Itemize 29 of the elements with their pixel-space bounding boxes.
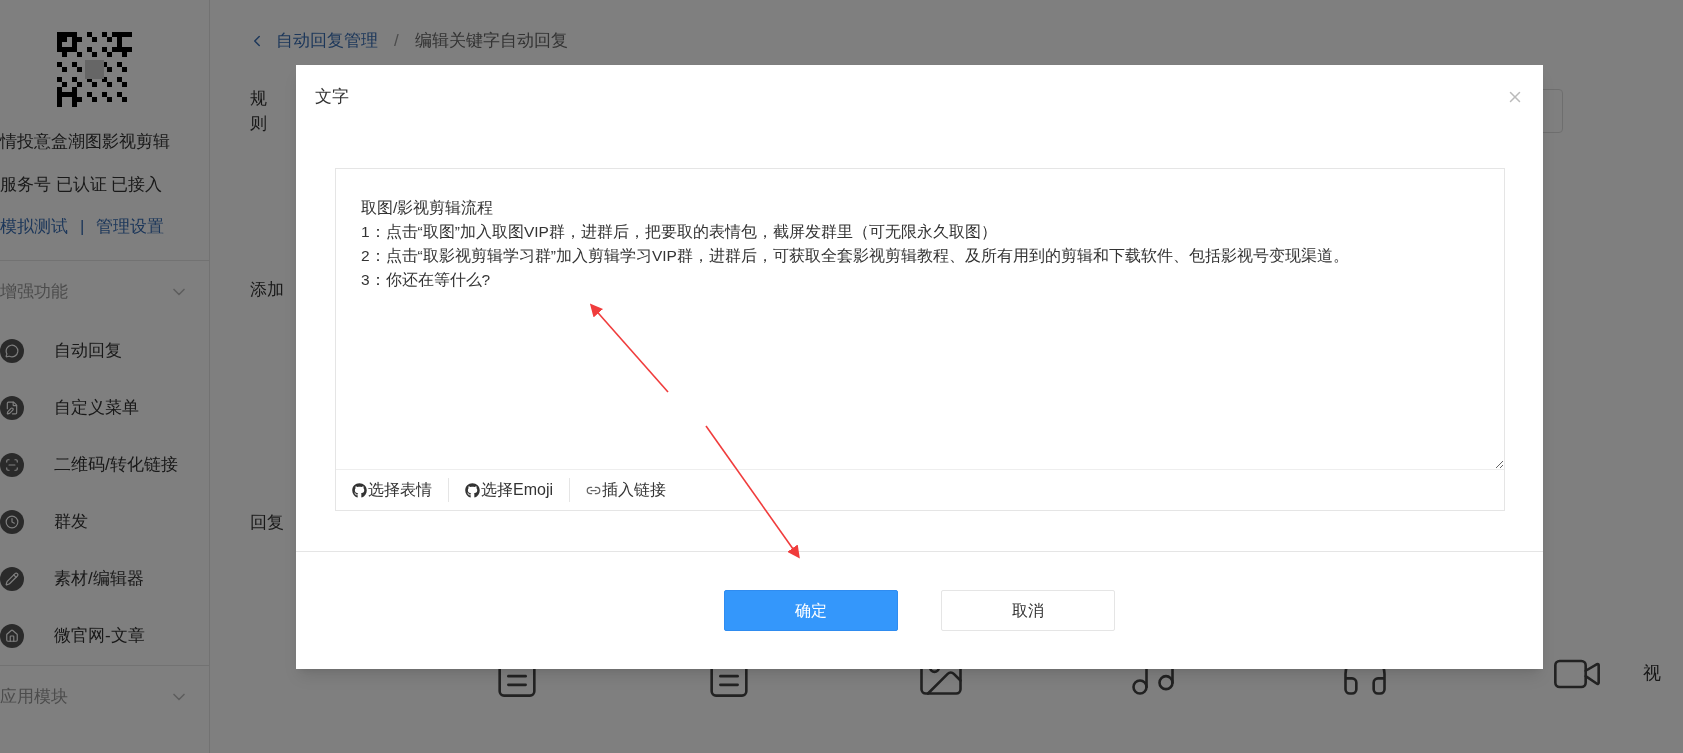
toolbar-button[interactable]: 选择Emoji bbox=[448, 478, 569, 502]
account-name: 情投意盒潮图影视剪辑 bbox=[0, 131, 171, 153]
breadcrumb-current: 编辑关键字自动回复 bbox=[414, 30, 568, 52]
reply-type-label: 视 bbox=[1643, 662, 1661, 685]
menu-item[interactable]: 素材/编辑器 bbox=[0, 550, 209, 608]
content-textarea[interactable]: 取图/影视剪辑流程 1：点击“取图”加入取图VIP群，进群后，把要取的表情包，截屏发群里（可无限永久取图） 2：点击“取影视剪辑学习群”加入剪辑学习VIP群，进群后，可获取全套影视剪辑教程、及所有用到的剪辑和下载软件、包括影视号变现渠道。 3：你还在等什么? bbox=[336, 169, 1504, 469]
menu-item[interactable]: 自动回复 bbox=[0, 322, 209, 380]
cat-icon bbox=[465, 482, 480, 498]
toolbar-button[interactable]: 选择表情 bbox=[352, 478, 448, 502]
confirm-button[interactable]: 确定 bbox=[724, 590, 898, 631]
breadcrumb-separator: / bbox=[394, 30, 399, 52]
form-label: 添加 bbox=[249, 278, 284, 301]
form-label: 回复 bbox=[249, 512, 284, 534]
manage-settings-link[interactable]: 管理设置 bbox=[96, 214, 165, 240]
menu-item[interactable]: 群发 bbox=[0, 493, 209, 551]
cat-icon bbox=[352, 482, 367, 498]
breadcrumb-link[interactable]: 自动回复管理 bbox=[276, 28, 378, 54]
menu-item[interactable]: 二维码/转化链接 bbox=[0, 436, 209, 494]
text-editor[interactable]: 取图/影视剪辑流程 1：点击“取图”加入取图VIP群，进群后，把要取的表情包，截屏发群里（可无限永久取图） 2：点击“取影视剪辑学习群”加入剪辑学习VIP群，进群后，可获取全套影视剪辑教程、及所有用到的剪辑和下载软件、包括影视号变现渠道。 3：你还在等什么? 选择表情 选择Emoji 插入链接 bbox=[335, 168, 1505, 511]
dialog-title: 文字 bbox=[315, 86, 349, 109]
cancel-button[interactable]: 取消 bbox=[941, 590, 1115, 631]
account-status: 服务号 已认证 已接入 bbox=[0, 173, 164, 196]
link-separator: | bbox=[80, 216, 85, 238]
menu-item[interactable]: 自定义菜单 bbox=[0, 379, 209, 437]
form-label: 规则 bbox=[249, 87, 268, 135]
qr-code-icon bbox=[57, 32, 132, 107]
toolbar-button[interactable]: 插入链接 bbox=[569, 478, 682, 502]
simulate-test-link[interactable]: 模拟测试 bbox=[0, 214, 68, 240]
menu-item[interactable]: 微官网-文章 bbox=[0, 607, 209, 665]
